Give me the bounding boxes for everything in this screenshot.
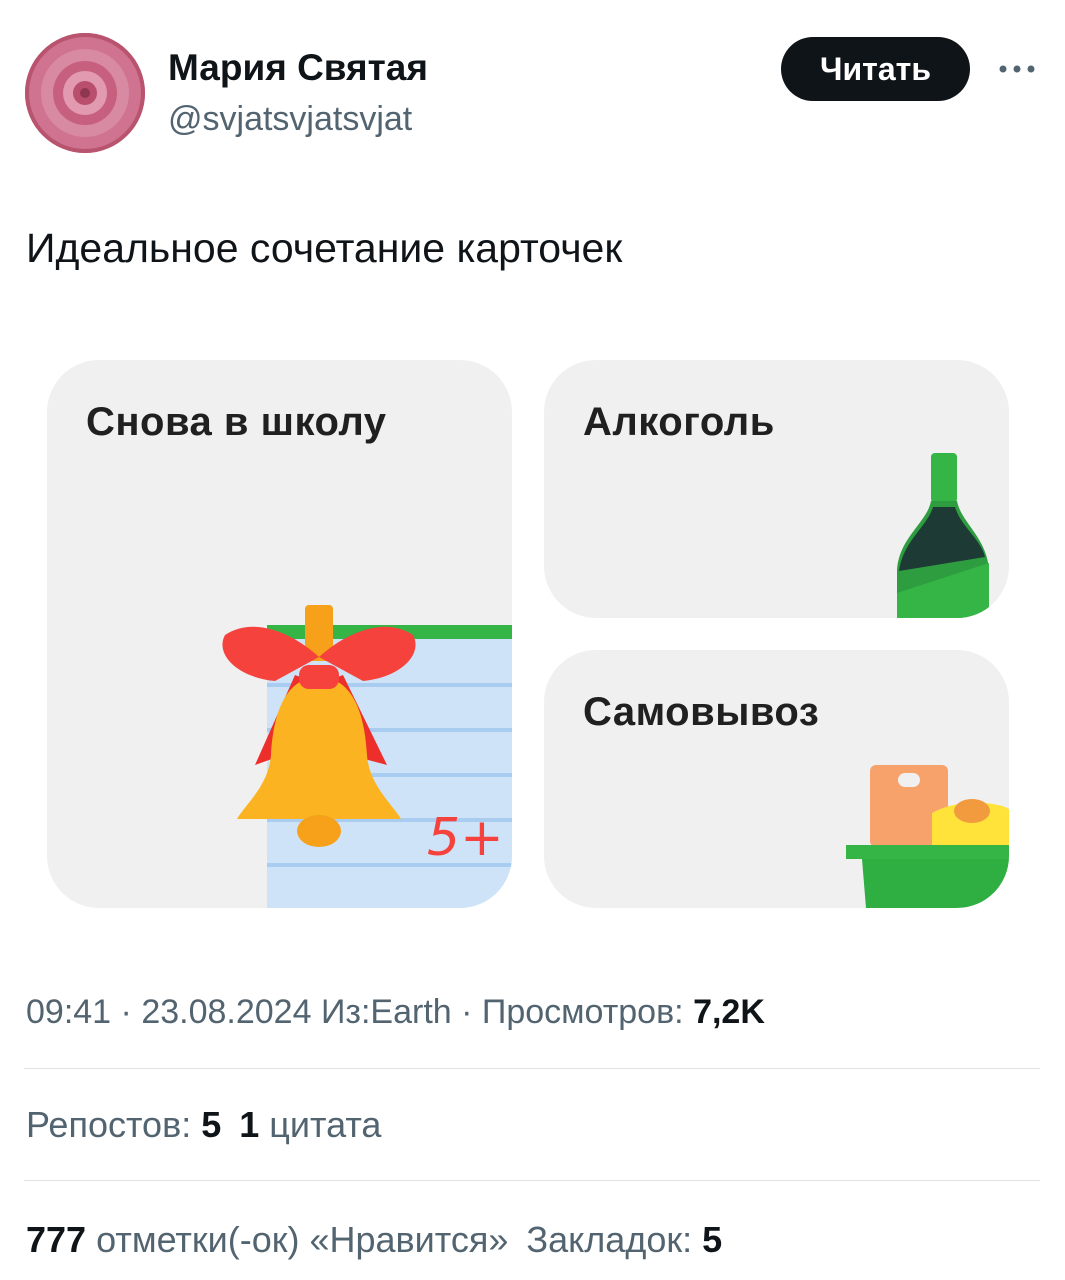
views-label: Просмотров: bbox=[481, 993, 684, 1031]
tweet-meta: 09:41 · 23.08.2024 Из:Earth · Просмотров… bbox=[26, 993, 765, 1032]
reposts-link[interactable]: Репостов: 5 bbox=[26, 1104, 221, 1145]
bookmarks-label: Закладок: bbox=[526, 1219, 693, 1260]
divider bbox=[24, 1068, 1040, 1069]
quotes-label: цитата bbox=[269, 1104, 382, 1145]
bookmarks-count: 5 bbox=[702, 1219, 723, 1260]
card-title: Самовывоз bbox=[583, 690, 820, 734]
likes-label: отметки(-ок) «Нравится» bbox=[96, 1219, 509, 1260]
likes-link[interactable]: 777 отметки(-ок) «Нравится» bbox=[26, 1219, 508, 1260]
views-count: 7,2K bbox=[693, 993, 765, 1031]
author-name[interactable]: Мария Святая bbox=[168, 47, 428, 89]
more-options-icon[interactable] bbox=[995, 58, 1039, 80]
flower-avatar-image bbox=[25, 33, 145, 153]
quotes-link[interactable]: 1 цитата bbox=[239, 1104, 381, 1145]
follow-button[interactable]: Читать bbox=[781, 37, 970, 101]
tweet-time[interactable]: 09:41 bbox=[26, 993, 111, 1031]
divider bbox=[24, 1180, 1040, 1181]
meta-separator: · bbox=[111, 993, 142, 1031]
tweet-text: Идеальное сочетание карточек bbox=[26, 225, 623, 271]
grocery-basket-icon bbox=[846, 765, 1009, 908]
grade-badge: 5+ bbox=[427, 808, 504, 868]
bookmarks-link[interactable]: Закладок: 5 bbox=[526, 1219, 722, 1260]
reposts-label: Репостов: bbox=[26, 1104, 192, 1145]
quotes-count: 1 bbox=[239, 1104, 260, 1145]
like-stats-row: 777 отметки(-ок) «Нравится» Закладок: 5 bbox=[26, 1219, 722, 1261]
avatar[interactable] bbox=[25, 33, 145, 153]
bottle-icon bbox=[897, 453, 989, 618]
card-title: Снова в школу bbox=[86, 400, 387, 444]
meta-separator: · bbox=[451, 993, 482, 1031]
repost-stats-row: Репостов: 51 цитата bbox=[26, 1104, 381, 1146]
card-alcohol: Алкоголь bbox=[544, 360, 1009, 618]
card-back-to-school: Снова в школу 5+ bbox=[47, 360, 512, 908]
bell-icon bbox=[222, 605, 416, 847]
tweet-date[interactable]: 23.08.2024 bbox=[141, 993, 311, 1031]
reposts-count: 5 bbox=[201, 1104, 222, 1145]
tweet-media-image[interactable]: Снова в школу 5+ Алкоголь Самовывоз bbox=[20, 335, 1042, 935]
tweet-source: Из:Earth bbox=[320, 993, 452, 1031]
card-title: Алкоголь bbox=[583, 400, 775, 444]
author-handle[interactable]: @svjatsvjatsvjat bbox=[168, 100, 412, 139]
likes-count: 777 bbox=[26, 1219, 87, 1260]
card-pickup: Самовывоз bbox=[544, 650, 1009, 908]
